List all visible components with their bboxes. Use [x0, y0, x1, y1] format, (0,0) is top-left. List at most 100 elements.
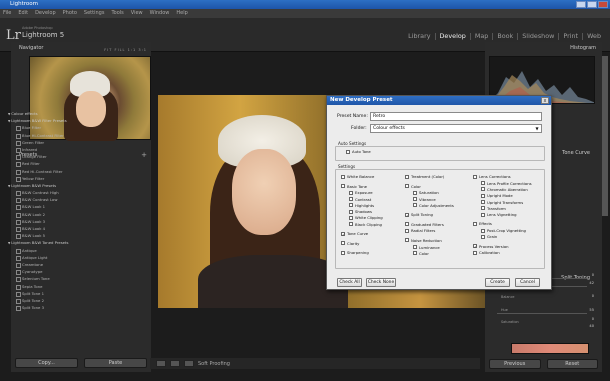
- menu-settings[interactable]: Settings: [84, 9, 105, 18]
- chromatic-aberration-checkbox[interactable]: Chromatic Aberration: [481, 187, 528, 192]
- preset-item[interactable]: Selenium Tone: [8, 275, 140, 283]
- module-web[interactable]: Web: [582, 33, 605, 40]
- post-crop-vignetting-checkbox[interactable]: Post-Crop Vignetting: [481, 228, 526, 233]
- navigator-zoom-options[interactable]: FIT FILL 1:1 3:1: [104, 46, 147, 55]
- module-print[interactable]: Print: [558, 33, 582, 40]
- grain-checkbox[interactable]: Grain: [481, 234, 497, 239]
- histogram-header[interactable]: Histogram: [485, 44, 602, 53]
- luminance-checkbox[interactable]: Luminance: [413, 245, 440, 250]
- graduated-filters-checkbox[interactable]: Graduated Filters: [405, 222, 444, 227]
- preset-item[interactable]: B&W Look 4: [8, 225, 140, 233]
- dialog-close-button[interactable]: x: [541, 97, 549, 104]
- process-version-checkbox[interactable]: ✓ Process Version: [473, 244, 509, 249]
- minimize-button[interactable]: [576, 1, 586, 8]
- saturation-checkbox[interactable]: Saturation: [413, 190, 439, 195]
- preset-item[interactable]: Split Tone 2: [8, 297, 140, 305]
- check-all-button[interactable]: Check All: [337, 278, 362, 287]
- calibration-checkbox[interactable]: Calibration: [473, 250, 500, 255]
- upright-mode-checkbox[interactable]: Upright Mode: [481, 193, 513, 198]
- preset-item[interactable]: Green Filter: [8, 139, 140, 146]
- white-clipping-checkbox[interactable]: White Clipping: [349, 215, 383, 220]
- preset-item[interactable]: Creamtone: [8, 261, 140, 269]
- color-swatch[interactable]: [511, 343, 589, 354]
- menu-window[interactable]: Window: [150, 9, 170, 18]
- slider-track[interactable]: [497, 313, 587, 314]
- preset-name-input[interactable]: Retro: [370, 112, 542, 121]
- transform-checkbox[interactable]: Transform: [481, 206, 506, 211]
- preset-item[interactable]: B&W Contrast High: [8, 189, 140, 197]
- module-map[interactable]: Map: [469, 33, 493, 40]
- preset-item[interactable]: Yellow Filter: [8, 175, 140, 182]
- lens-corrections-checkbox[interactable]: Lens Corrections: [473, 174, 511, 179]
- close-window-button[interactable]: [598, 1, 608, 8]
- preset-folder[interactable]: Colour effects: [8, 110, 140, 117]
- previous-button[interactable]: Previous: [489, 359, 541, 369]
- preset-item[interactable]: B&W Look 5: [8, 232, 140, 240]
- preset-item[interactable]: Split Tone 1: [8, 290, 140, 297]
- module-slideshow[interactable]: Slideshow: [517, 33, 558, 40]
- tone-curve-checkbox[interactable]: ✓ Tone Curve: [341, 231, 368, 236]
- preset-item[interactable]: Antique: [8, 247, 140, 254]
- right-panel-scrollbar[interactable]: [602, 56, 608, 216]
- folder-select[interactable]: Colour effects ▼: [370, 124, 542, 133]
- preset-item[interactable]: Antique Light: [8, 254, 140, 261]
- preset-item[interactable]: Split Tone 3: [8, 304, 140, 312]
- vibrance-checkbox[interactable]: Vibrance: [413, 197, 436, 202]
- menu-tools[interactable]: Tools: [111, 9, 123, 18]
- basic-tone-checkbox[interactable]: Basic Tone: [341, 184, 367, 189]
- check-none-button[interactable]: Check None: [366, 278, 396, 287]
- sharpening-checkbox[interactable]: Sharpening: [341, 250, 369, 255]
- treatment-color-checkbox[interactable]: Treatment (Color): [405, 174, 444, 179]
- menu-photo[interactable]: Photo: [63, 9, 77, 18]
- menu-view[interactable]: View: [131, 9, 143, 18]
- preset-item[interactable]: B&W Look 2: [8, 211, 140, 218]
- loupe-view-button[interactable]: [156, 360, 166, 367]
- preset-item[interactable]: B&W Contrast Low: [8, 196, 140, 204]
- copy-button[interactable]: Copy...: [15, 358, 78, 368]
- black-clipping-checkbox[interactable]: Black Clipping: [349, 222, 382, 227]
- lens-vignetting-checkbox[interactable]: Lens Vignetting: [481, 212, 517, 217]
- reset-button[interactable]: Reset: [546, 359, 598, 369]
- preset-item[interactable]: Red Hi-Contrast Filter: [8, 168, 140, 175]
- color-checkbox[interactable]: Color: [413, 251, 429, 256]
- module-library[interactable]: Library: [404, 33, 434, 40]
- preset-item[interactable]: Infrared: [8, 146, 140, 154]
- maximize-button[interactable]: [587, 1, 597, 8]
- preset-folder[interactable]: Lightroom B&W Presets: [8, 182, 140, 189]
- preset-item[interactable]: Orange Filter: [8, 153, 140, 161]
- module-develop[interactable]: Develop: [434, 33, 470, 40]
- radial-filters-checkbox[interactable]: Radial Filters: [405, 228, 435, 233]
- noise-reduction-checkbox[interactable]: Noise Reduction: [405, 238, 442, 243]
- preset-item[interactable]: Blue Hi-Contrast Filter: [8, 132, 140, 139]
- color-checkbox[interactable]: Color: [405, 184, 421, 189]
- menu-file[interactable]: File: [3, 9, 11, 18]
- preset-item[interactable]: Red Filter: [8, 160, 140, 168]
- split-toning-checkbox[interactable]: ✓ Split Toning: [405, 212, 433, 217]
- soft-proofing-label[interactable]: Soft Proofing: [198, 361, 230, 367]
- color-adjustments-checkbox[interactable]: Color Adjustments: [413, 203, 454, 208]
- white-balance-checkbox[interactable]: White Balance: [341, 174, 374, 179]
- menu-develop[interactable]: Develop: [35, 9, 56, 18]
- effects-checkbox[interactable]: Effects: [473, 221, 492, 226]
- preset-item[interactable]: Cyanotype: [8, 268, 140, 276]
- navigator-header[interactable]: Navigator FIT FILL 1:1 3:1: [11, 44, 151, 53]
- cancel-button[interactable]: Cancel: [515, 278, 540, 287]
- exposure-checkbox[interactable]: Exposure: [349, 190, 373, 195]
- compare-view-button[interactable]: [170, 360, 180, 367]
- auto-tone-checkbox[interactable]: Auto Tone: [346, 149, 371, 154]
- lens-profile-corrections-checkbox[interactable]: Lens Profile Corrections: [481, 181, 532, 186]
- module-book[interactable]: Book: [492, 33, 517, 40]
- create-button[interactable]: Create: [485, 278, 510, 287]
- menu-edit[interactable]: Edit: [18, 9, 28, 18]
- preset-item[interactable]: Sepia Tone: [8, 283, 140, 290]
- highlights-checkbox[interactable]: Highlights: [349, 203, 374, 208]
- shadows-checkbox[interactable]: Shadows: [349, 209, 372, 214]
- preset-item[interactable]: B&W Look 3: [8, 218, 140, 225]
- preset-folder[interactable]: Lightroom B&W Filter Presets: [8, 117, 140, 124]
- upright-transforms-checkbox[interactable]: Upright Transforms: [481, 200, 523, 205]
- add-preset-icon[interactable]: +: [141, 151, 147, 160]
- preset-item[interactable]: Blue Filter: [8, 124, 140, 132]
- preset-folder[interactable]: Lightroom B&W Toned Presets: [8, 239, 140, 246]
- paste-button[interactable]: Paste: [84, 358, 147, 368]
- before-after-button[interactable]: [184, 360, 194, 367]
